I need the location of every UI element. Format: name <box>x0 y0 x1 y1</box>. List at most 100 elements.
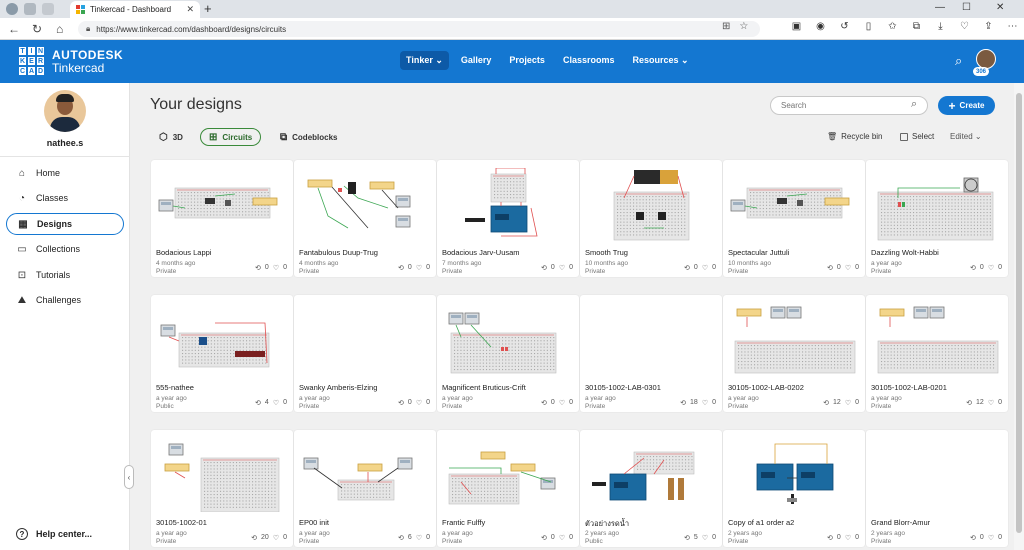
tinkercad-logo[interactable]: TIN KER CAD <box>18 46 45 76</box>
favorite-star-icon[interactable]: ☆ <box>739 21 748 32</box>
design-card[interactable]: Spectacular Juttuli 10 months ago Private ⟲… <box>723 160 865 277</box>
filter-circuits[interactable]: ⊞ Circuits <box>200 128 262 146</box>
design-card[interactable]: Copy of a1 order a2 2 years ago Private ⟲ 0 ♡… <box>723 430 865 547</box>
filter-codeblocks[interactable]: ⧉ Codeblocks <box>280 128 337 146</box>
new-tab-button[interactable]: + <box>204 2 212 16</box>
design-card[interactable]: Magnificent Bruticus-Crift a year ago Priv… <box>437 295 579 412</box>
design-thumbnail[interactable] <box>155 303 289 377</box>
recycle-bin-button[interactable]: 🗑︎ Recycle bin <box>827 132 883 141</box>
design-card[interactable]: EP00 init a year ago Private ⟲ 6 ♡ 0 <box>294 430 436 547</box>
apps-icon[interactable]: ⊞ <box>722 21 730 32</box>
design-card[interactable]: Bodacious Lappi 4 months ago Private ⟲ 0 ♡ 0 <box>151 160 293 277</box>
history-icon[interactable]: ♡ <box>958 21 971 32</box>
profile-avatar[interactable] <box>44 90 86 132</box>
filter-3d[interactable]: ⬡ 3D <box>159 128 183 146</box>
refresh-ext-icon[interactable]: ↺ <box>838 21 851 32</box>
design-date: a year ago <box>442 395 473 402</box>
design-card[interactable]: Fantabulous Duup-Trug 4 months ago Private… <box>294 160 436 277</box>
sort-dropdown[interactable]: Edited ⌄ <box>950 132 982 141</box>
design-name: Magnificent Bruticus-Crift <box>442 383 526 392</box>
help-center-link[interactable]: ? Help center... <box>16 528 92 540</box>
sidebar-collapse-handle[interactable]: ‹ <box>124 465 134 489</box>
header-search-icon[interactable]: ⌕ <box>955 53 962 69</box>
back-arrow-icon[interactable]: ← <box>8 21 20 37</box>
design-thumbnail[interactable] <box>298 303 432 377</box>
workspaces-icon[interactable] <box>24 3 36 15</box>
extension-circle-icon[interactable]: ◉ <box>814 21 827 32</box>
design-card[interactable]: Dazzling Wolt-Habbi a year ago Private ⟲ 0 ♡ 0 <box>866 160 1008 277</box>
design-card[interactable]: Frantic Fulffy a year ago Private ⟲ 0 ♡ 0 <box>437 430 579 547</box>
sidebar-item-home[interactable]: ⌂ Home <box>6 162 124 184</box>
remix-count: 18 <box>690 399 698 406</box>
profile-icon[interactable] <box>6 3 18 15</box>
design-card[interactable]: Bodacious Jarv-Uusam 7 months ago Private ⟲… <box>437 160 579 277</box>
heart-icon: ♡ <box>844 400 852 407</box>
design-card[interactable]: 30105-1002-LAB-0301 a year ago Private ⟲ 18 ♡… <box>580 295 722 412</box>
scrollbar-thumb[interactable] <box>1016 93 1022 533</box>
create-button[interactable]: + Create <box>938 96 995 115</box>
nav-gallery[interactable]: Gallery <box>455 51 498 70</box>
nav-projects[interactable]: Projects <box>503 51 551 70</box>
design-name: Grand Blorr-Amur <box>871 518 931 527</box>
downloads-icon[interactable]: ⤓ <box>934 21 947 32</box>
browser-tab[interactable]: Tinkercad - Dashboard ✕ <box>70 1 200 18</box>
design-card[interactable]: 30105-1002-LAB-0202 a year ago Private ⟲ 12 ♡… <box>723 295 865 412</box>
design-thumbnail[interactable] <box>870 438 1004 512</box>
favorites-icon[interactable]: ✩ <box>886 21 899 32</box>
design-thumbnail[interactable] <box>155 168 289 242</box>
nav-resources[interactable]: Resources ⌄ <box>626 51 694 70</box>
maximize-button[interactable]: ☐ <box>962 2 971 13</box>
sidebar-item-collections[interactable]: ▭ Collections <box>6 238 124 260</box>
design-card[interactable]: Smooth Trug 10 months ago Private ⟲ 0 ♡ 0 <box>580 160 722 277</box>
home-icon[interactable]: ⌂ <box>56 21 63 37</box>
design-card[interactable]: 555-nathee a year ago Public ⟲ 4 ♡ 0 <box>151 295 293 412</box>
design-thumbnail[interactable] <box>298 438 432 512</box>
design-thumbnail[interactable] <box>441 438 575 512</box>
design-thumbnail[interactable] <box>870 168 1004 242</box>
design-thumbnail[interactable] <box>727 438 861 512</box>
design-thumbnail[interactable] <box>584 303 718 377</box>
design-thumbnail[interactable] <box>441 168 575 242</box>
close-window-button[interactable]: ✕ <box>996 2 1004 13</box>
design-thumbnail[interactable] <box>441 303 575 377</box>
search-icon[interactable]: ⌕ <box>911 98 917 111</box>
design-visibility: Private <box>156 538 177 545</box>
design-visibility: Private <box>299 268 320 275</box>
design-card[interactable]: 30105-1002-01 a year ago Private ⟲ 20 ♡ 0 <box>151 430 293 547</box>
page-scrollbar[interactable] <box>1014 83 1024 550</box>
design-card[interactable]: ตัวอย่างรดน้ำ 2 years ago Public ⟲ 5 ♡ 0 <box>580 430 722 547</box>
remix-count: 20 <box>261 534 269 541</box>
design-thumbnail[interactable] <box>727 168 861 242</box>
heart-icon: ♡ <box>701 400 709 407</box>
url-field[interactable]: 🔒︎ https://www.tinkercad.com/dashboard/d… <box>78 21 760 37</box>
share-icon[interactable]: ⇪ <box>982 21 995 32</box>
design-thumbnail[interactable] <box>870 303 1004 377</box>
minimize-button[interactable]: — <box>935 2 945 13</box>
recycle-bin-label: Recycle bin <box>841 132 883 141</box>
more-icon[interactable]: ⋯ <box>1006 21 1019 32</box>
like-count: 0 <box>712 264 716 271</box>
refresh-icon[interactable]: ↻ <box>32 21 42 37</box>
sidebar-item-tutorials[interactable]: ⊡ Tutorials <box>6 264 124 286</box>
design-card[interactable]: Swanky Amberis-Elzing a year ago Private ⟲ 0… <box>294 295 436 412</box>
select-checkbox[interactable]: Select <box>900 132 934 141</box>
collections-icon[interactable]: ⧉ <box>910 21 923 32</box>
tab-close-icon[interactable]: ✕ <box>186 4 194 15</box>
sidebar-item-designs[interactable]: ▦ Designs <box>6 213 124 235</box>
sidebar-item-challenges[interactable]: ⛰ Challenges <box>6 289 124 311</box>
design-thumbnail[interactable] <box>584 438 718 512</box>
nav-tinker[interactable]: Tinker ⌄ <box>400 51 449 70</box>
nav-classrooms[interactable]: Classrooms <box>557 51 621 70</box>
header-avatar[interactable] <box>976 49 996 69</box>
design-card[interactable]: Grand Blorr-Amur 2 years ago Private ⟲ 0 ♡ 0 <box>866 430 1008 547</box>
design-thumbnail[interactable] <box>155 438 289 512</box>
search-input[interactable] <box>770 96 928 115</box>
tab-actions-icon[interactable] <box>42 3 54 15</box>
design-thumbnail[interactable] <box>584 168 718 242</box>
design-thumbnail[interactable] <box>727 303 861 377</box>
design-thumbnail[interactable] <box>298 168 432 242</box>
extension-square-icon[interactable]: ▣ <box>790 21 803 32</box>
split-screen-icon[interactable]: ▯ <box>862 21 875 32</box>
sidebar-item-classes[interactable]: ◔ Classes <box>6 187 124 209</box>
design-card[interactable]: 30105-1002-LAB-0201 a year ago Private ⟲ 12 ♡… <box>866 295 1008 412</box>
